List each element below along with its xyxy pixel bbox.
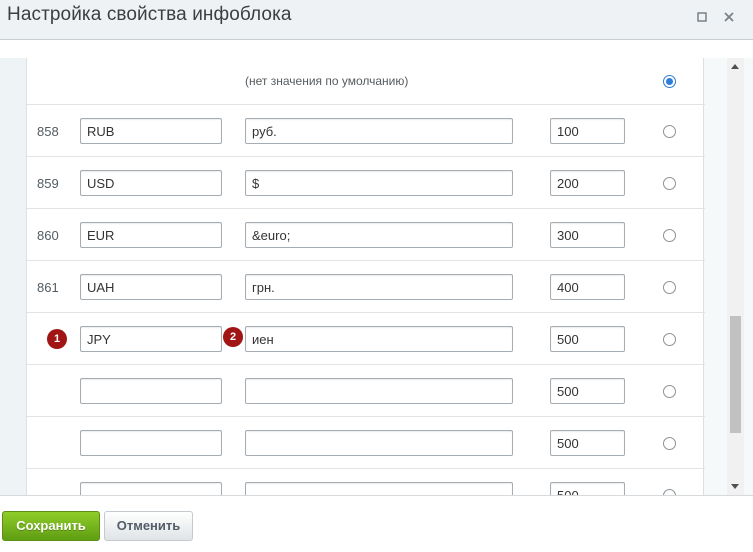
value-input[interactable] [245, 378, 513, 404]
dialog-content: (нет значения по умолчанию) 858 859 860 [0, 58, 753, 495]
default-radio[interactable] [663, 385, 676, 398]
values-table: (нет значения по умолчанию) 858 859 860 [26, 58, 705, 495]
cancel-button[interactable]: Отменить [104, 511, 193, 541]
content-gutter [0, 58, 26, 495]
property-settings-dialog: Настройка свойства инфоблока (нет значен… [0, 0, 753, 552]
maximize-icon[interactable] [694, 9, 710, 25]
table-row: 861 [27, 261, 705, 313]
xml-id-input[interactable] [80, 378, 222, 404]
sort-input[interactable] [550, 118, 625, 144]
xml-id-input[interactable] [80, 430, 222, 456]
sort-input[interactable] [550, 274, 625, 300]
xml-id-input[interactable] [80, 170, 222, 196]
dialog-title: Настройка свойства инфоблока [7, 4, 292, 25]
table-row [27, 417, 705, 469]
close-icon[interactable] [721, 9, 737, 25]
table-row: 1 2 [27, 313, 705, 365]
default-radio-none[interactable] [663, 75, 676, 88]
sort-input[interactable] [550, 482, 625, 495]
dialog-footer: Сохранить Отменить [0, 495, 753, 552]
vertical-scrollbar[interactable] [727, 58, 744, 495]
step-badge-1: 1 [47, 329, 67, 349]
scroll-down-icon[interactable] [731, 484, 739, 489]
default-radio[interactable] [663, 281, 676, 294]
default-radio[interactable] [663, 177, 676, 190]
value-input[interactable] [245, 326, 513, 352]
sort-input[interactable] [550, 222, 625, 248]
sort-input[interactable] [550, 326, 625, 352]
sort-input[interactable] [550, 378, 625, 404]
dialog-titlebar: Настройка свойства инфоблока [0, 0, 753, 40]
step-badge-2: 2 [223, 327, 243, 347]
value-input[interactable] [245, 118, 513, 144]
value-input[interactable] [245, 170, 513, 196]
default-radio[interactable] [663, 229, 676, 242]
xml-id-input[interactable] [80, 118, 222, 144]
table-row [27, 469, 705, 495]
save-button[interactable]: Сохранить [2, 511, 100, 541]
default-row: (нет значения по умолчанию) [27, 58, 705, 105]
row-id: 861 [37, 280, 59, 295]
xml-id-input[interactable] [80, 274, 222, 300]
default-radio[interactable] [663, 125, 676, 138]
sort-input[interactable] [550, 430, 625, 456]
row-id: 858 [37, 124, 59, 139]
sort-input[interactable] [550, 170, 625, 196]
default-radio[interactable] [663, 437, 676, 450]
row-id: 859 [37, 176, 59, 191]
scroll-up-icon[interactable] [731, 64, 739, 69]
table-row [27, 365, 705, 417]
xml-id-input[interactable] [80, 482, 222, 495]
xml-id-input[interactable] [80, 326, 222, 352]
xml-id-input[interactable] [80, 222, 222, 248]
table-row: 858 [27, 105, 705, 157]
value-input[interactable] [245, 482, 513, 495]
no-default-label: (нет значения по умолчанию) [245, 74, 409, 88]
row-id: 860 [37, 228, 59, 243]
value-input[interactable] [245, 274, 513, 300]
value-input[interactable] [245, 430, 513, 456]
table-row: 859 [27, 157, 705, 209]
default-radio[interactable] [663, 333, 676, 346]
value-input[interactable] [245, 222, 513, 248]
scrollbar-thumb[interactable] [730, 316, 741, 433]
table-row: 860 [27, 209, 705, 261]
